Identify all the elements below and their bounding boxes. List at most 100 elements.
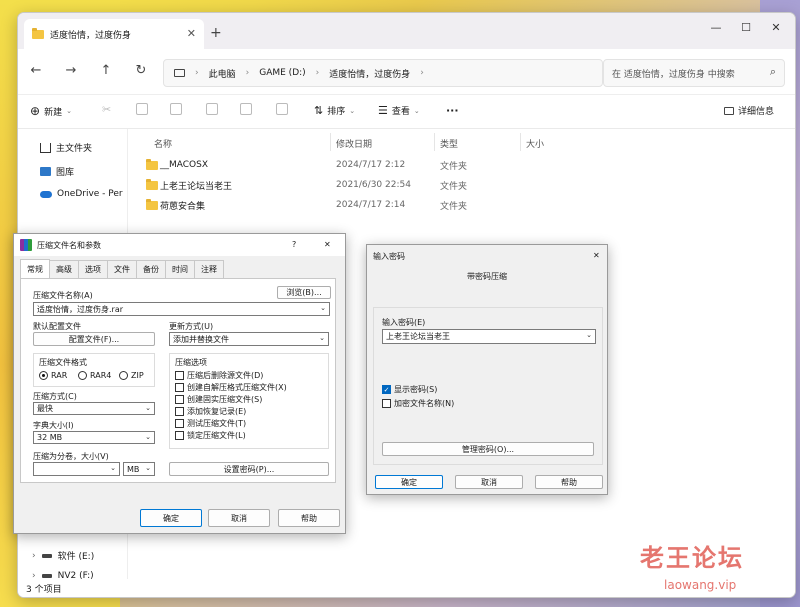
tab-files[interactable]: 文件	[107, 260, 137, 278]
tab-advanced[interactable]: 高级	[49, 260, 79, 278]
back-button[interactable]: ←	[26, 63, 46, 78]
split-unit-select[interactable]: MB ⌄	[123, 462, 155, 476]
column-divider[interactable]	[520, 133, 521, 151]
new-label: 新建	[44, 107, 63, 118]
close-icon[interactable]: ✕	[593, 251, 600, 260]
option-delete-source[interactable]: 压缩后删除源文件(D)	[175, 370, 263, 381]
forward-button[interactable]: →	[61, 63, 81, 78]
dialog-titlebar: 压缩文件名和参数 ? ✕	[14, 234, 345, 256]
folder-icon	[146, 178, 158, 190]
chevron-down-icon: ⌄	[145, 464, 151, 472]
format-zip-radio[interactable]: ZIP	[119, 371, 144, 380]
checkbox-icon	[175, 407, 184, 416]
option-sfx[interactable]: 创建自解压格式压缩文件(X)	[175, 382, 287, 393]
cancel-button[interactable]: 取消	[455, 475, 523, 489]
column-size[interactable]: 大小	[526, 137, 544, 150]
new-button[interactable]: ⊕ 新建 ⌄	[30, 104, 72, 118]
checkbox-icon	[175, 431, 184, 440]
column-type[interactable]: 类型	[440, 137, 458, 150]
new-tab-button[interactable]: +	[210, 25, 222, 41]
details-pane-button[interactable]: 详细信息	[724, 104, 774, 117]
cut-icon[interactable]: ✂	[102, 103, 114, 116]
close-window-button[interactable]: ✕	[762, 21, 790, 34]
explorer-tab[interactable]: 适度怡情，过度伤身 ✕	[24, 19, 204, 49]
view-button[interactable]: ☰ 查看 ⌄	[378, 104, 420, 117]
help-button[interactable]: 帮助	[278, 509, 340, 527]
copy-icon[interactable]	[136, 103, 148, 115]
search-input[interactable]: 在 适度怡情，过度伤身 中搜索 ⌕	[603, 59, 785, 87]
password-group: 输入密码(E) 上老王论坛当老王 ⌄ ✓ 显示密码(S) 加密文件名称(N) 管理…	[373, 307, 603, 465]
sidebar-item-home[interactable]: 主文件夹	[40, 141, 92, 154]
password-dialog: 输入密码 ✕ 带密码压缩 输入密码(E) 上老王论坛当老王 ⌄ ✓ 显示密码(S)…	[366, 244, 608, 495]
folder-icon	[146, 158, 158, 170]
computer-icon	[174, 69, 185, 77]
paste-icon[interactable]	[170, 103, 182, 115]
split-unit-value: MB	[127, 464, 140, 474]
browse-button[interactable]: 浏览(B)...	[277, 286, 331, 299]
option-test[interactable]: 测试压缩文件(T)	[175, 418, 246, 429]
update-mode-select[interactable]: 添加并替换文件 ⌄	[169, 332, 329, 346]
sidebar-item-gallery[interactable]: 图库	[40, 165, 74, 178]
show-password-checkbox[interactable]: ✓ 显示密码(S)	[382, 384, 437, 395]
tab-backup[interactable]: 备份	[136, 260, 166, 278]
password-input[interactable]: 上老王论坛当老王 ⌄	[382, 329, 596, 344]
sort-button[interactable]: ⇅ 排序 ⌄	[314, 104, 355, 117]
cancel-button[interactable]: 取消	[208, 509, 270, 527]
archive-name-field[interactable]: 适度怡情，过度伤身.rar ⌄	[33, 302, 330, 316]
file-row[interactable]: 上老王论坛当老王 2021/6/30 22:54 文件夹	[146, 175, 467, 195]
format-rar-label: RAR	[51, 371, 68, 380]
help-button[interactable]: 帮助	[535, 475, 603, 489]
tab-options[interactable]: 选项	[78, 260, 108, 278]
sidebar-item-onedrive[interactable]: OneDrive - Per	[40, 189, 123, 199]
file-type: 文件夹	[440, 161, 468, 172]
ok-button[interactable]: 确定	[375, 475, 443, 489]
share-icon[interactable]	[240, 103, 252, 115]
chevron-down-icon: ⌄	[110, 464, 116, 472]
close-tab-icon[interactable]: ✕	[187, 27, 196, 40]
set-password-button[interactable]: 设置密码(P)...	[169, 462, 329, 476]
profiles-button[interactable]: 配置文件(F)...	[33, 332, 155, 346]
split-label: 压缩为分卷，大小(V)	[33, 452, 109, 461]
column-name[interactable]: 名称	[154, 137, 172, 150]
option-label: 添加恢复记录(E)	[187, 407, 247, 416]
rename-icon[interactable]	[206, 103, 218, 115]
more-options-button[interactable]: ···	[446, 104, 459, 117]
manage-passwords-button[interactable]: 管理密码(O)...	[382, 442, 594, 456]
tab-comment[interactable]: 注释	[194, 260, 224, 278]
breadcrumb-this-pc[interactable]: 此电脑	[209, 67, 236, 80]
address-bar[interactable]: › 此电脑 › GAME (D:) › 适度怡情，过度伤身 ›	[163, 59, 603, 87]
tab-title: 适度怡情，过度伤身	[50, 30, 132, 41]
view-label: 查看	[391, 107, 410, 117]
sidebar-item-drive-e[interactable]: › 软件 (E:)	[32, 549, 94, 563]
breadcrumb-folder[interactable]: 适度怡情，过度伤身	[329, 67, 410, 80]
option-lock[interactable]: 锁定压缩文件(L)	[175, 430, 246, 441]
up-button[interactable]: ↑	[96, 63, 116, 78]
file-row[interactable]: __MACOSX 2024/7/17 2:12 文件夹	[146, 155, 467, 175]
close-icon[interactable]: ✕	[324, 240, 331, 249]
dialog-title: 压缩文件名和参数	[37, 240, 101, 250]
tab-general[interactable]: 常规	[20, 259, 50, 278]
tab-time[interactable]: 时间	[165, 260, 195, 278]
file-row[interactable]: 荷蒽安合集 2024/7/17 2:14 文件夹	[146, 195, 467, 215]
option-solid[interactable]: 创建固实压缩文件(S)	[175, 394, 262, 405]
breadcrumb-drive[interactable]: GAME (D:)	[259, 68, 305, 78]
method-select[interactable]: 最快 ⌄	[33, 402, 155, 415]
details-icon	[724, 106, 734, 115]
refresh-button[interactable]: ↻	[131, 63, 151, 78]
minimize-button[interactable]: —	[702, 21, 730, 34]
split-size-input[interactable]: ⌄	[33, 462, 120, 476]
format-rar-radio[interactable]: RAR	[39, 371, 67, 380]
maximize-button[interactable]: ☐	[732, 21, 760, 34]
column-divider[interactable]	[330, 133, 331, 151]
format-rar4-radio[interactable]: RAR4	[78, 371, 111, 380]
update-mode-label: 更新方式(U)	[169, 322, 214, 331]
delete-icon[interactable]	[276, 103, 288, 115]
column-divider[interactable]	[434, 133, 435, 151]
archive-options-group: 压缩选项 压缩后删除源文件(D) 创建自解压格式压缩文件(X) 创建固实压缩文件…	[169, 353, 329, 449]
dictionary-select[interactable]: 32 MB ⌄	[33, 431, 155, 444]
option-recovery[interactable]: 添加恢复记录(E)	[175, 406, 246, 417]
help-icon[interactable]: ?	[292, 240, 296, 249]
column-date[interactable]: 修改日期	[336, 137, 372, 150]
encrypt-filenames-checkbox[interactable]: 加密文件名称(N)	[382, 398, 454, 409]
ok-button[interactable]: 确定	[140, 509, 202, 527]
